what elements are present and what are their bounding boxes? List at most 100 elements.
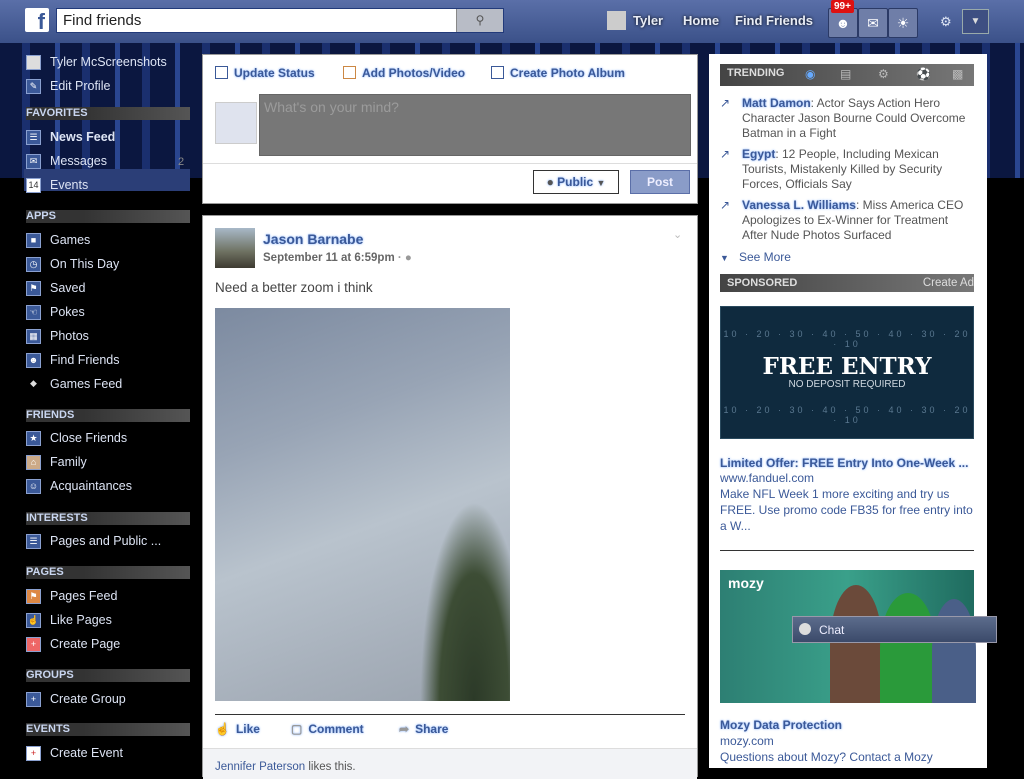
create-group-icon: + bbox=[26, 692, 41, 707]
sidebar-item-edit-profile[interactable]: ✎ Edit Profile bbox=[26, 77, 191, 97]
ad-url[interactable]: mozy.com bbox=[720, 734, 774, 748]
sidebar-item-close-friends[interactable]: ★ Close Friends bbox=[26, 429, 191, 449]
sidebar-item-find-friends[interactable]: ☻ Find Friends bbox=[26, 351, 191, 371]
status-input[interactable] bbox=[259, 94, 691, 156]
ad-image-subline: NO DEPOSIT REQUIRED bbox=[788, 379, 906, 390]
globe-icon: ● bbox=[546, 175, 554, 189]
account-menu-button[interactable]: ▼ bbox=[962, 9, 989, 34]
comment-icon: ▢ bbox=[291, 722, 303, 736]
sidebar-item-games[interactable]: ■ Games bbox=[26, 231, 191, 251]
bookmark-icon: ⚑ bbox=[26, 281, 41, 296]
messages-icon: ✉ bbox=[26, 154, 41, 169]
poke-icon: ☜ bbox=[26, 305, 41, 320]
favorites-header: FAVORITES bbox=[26, 107, 190, 120]
sidebar-item-on-this-day[interactable]: ◷ On This Day bbox=[26, 255, 191, 275]
flag-icon: ⚑ bbox=[26, 589, 41, 604]
search-input[interactable] bbox=[57, 9, 469, 32]
author-avatar[interactable] bbox=[215, 228, 255, 268]
sidebar-item-create-event[interactable]: + Create Event bbox=[26, 744, 191, 764]
sports-icon[interactable]: ⚽ bbox=[916, 67, 931, 81]
sidebar-item-pages-feed[interactable]: ⚑ Pages Feed bbox=[26, 587, 191, 607]
ad-body[interactable]: Make NFL Week 1 more exciting and try us… bbox=[720, 486, 976, 534]
notifications-icon[interactable]: ☀ bbox=[888, 8, 918, 38]
tree-silhouette bbox=[420, 501, 510, 701]
comment-button[interactable]: ▢ Comment bbox=[291, 722, 364, 736]
tab-create-album[interactable]: Create Photo Album bbox=[491, 66, 625, 80]
trending-item[interactable]: ↗ Matt Damon: Actor Says Action Hero Cha… bbox=[720, 96, 976, 144]
share-icon: ➦ bbox=[399, 722, 410, 736]
pencil-icon: ✎ bbox=[26, 79, 41, 94]
thumbs-up-icon: ☝ bbox=[26, 613, 41, 628]
feed-icon: ☰ bbox=[26, 534, 41, 549]
pencil-icon bbox=[215, 66, 228, 79]
sidebar-item-games-feed[interactable]: ◆ Games Feed bbox=[26, 375, 191, 395]
entertainment-icon[interactable]: ▩ bbox=[952, 67, 963, 81]
ad-url[interactable]: www.fanduel.com bbox=[720, 471, 814, 485]
chat-status-icon bbox=[799, 623, 811, 635]
sidebar-item-pages-public[interactable]: ☰ Pages and Public ... bbox=[26, 532, 191, 552]
person-figure bbox=[880, 593, 936, 703]
share-button[interactable]: ➦ Share bbox=[399, 722, 448, 736]
calendar-icon: 14 bbox=[26, 178, 41, 193]
trending-item[interactable]: ↗ Egypt: 12 People, Including Mexican To… bbox=[720, 147, 976, 195]
thumbs-up-icon: ☝ bbox=[215, 722, 230, 736]
profile-avatar-icon bbox=[26, 55, 41, 70]
trending-arrow-icon: ↗ bbox=[720, 147, 731, 161]
sidebar-item-pokes[interactable]: ☜ Pokes bbox=[26, 303, 191, 323]
privacy-shortcuts-icon[interactable]: ⚙ bbox=[940, 14, 952, 30]
liker-link[interactable]: Jennifer Paterson bbox=[215, 761, 305, 773]
ad-title[interactable]: Mozy Data Protection bbox=[720, 718, 842, 732]
find-friends-icon: ☻ bbox=[26, 353, 41, 368]
people-icon: ☺ bbox=[26, 479, 41, 494]
home-link[interactable]: Home bbox=[683, 13, 719, 28]
create-ad-link[interactable]: Create Ad bbox=[923, 277, 974, 289]
chevron-down-icon: ▼ bbox=[970, 16, 981, 27]
tab-add-photos[interactable]: Add Photos/Video bbox=[343, 66, 465, 80]
right-column: TRENDING ◉ ▤ ⚙ ⚽ ▩ ↗ Matt Damon: Actor S… bbox=[709, 54, 987, 768]
trending-item[interactable]: ↗ Vanessa L. Williams: Miss America CEO … bbox=[720, 198, 976, 246]
science-icon[interactable]: ⚙ bbox=[878, 67, 889, 81]
story-divider bbox=[215, 714, 685, 715]
profile-link[interactable]: Tyler bbox=[633, 13, 663, 28]
story-photo[interactable] bbox=[215, 308, 510, 701]
search-button[interactable]: ⚲ bbox=[456, 9, 503, 32]
sidebar-item-create-group[interactable]: + Create Group bbox=[26, 690, 191, 710]
sidebar-item-family[interactable]: ⌂ Family bbox=[26, 453, 191, 473]
likes-summary: Jennifer Paterson likes this. bbox=[215, 761, 356, 773]
sidebar-item-saved[interactable]: ⚑ Saved bbox=[26, 279, 191, 299]
sidebar-item-acquaintances[interactable]: ☺ Acquaintances bbox=[26, 477, 191, 497]
find-friends-link[interactable]: Find Friends bbox=[735, 13, 813, 28]
sidebar-item-create-page[interactable]: + Create Page bbox=[26, 635, 191, 655]
sidebar-item-like-pages[interactable]: ☝ Like Pages bbox=[26, 611, 191, 631]
see-more-link[interactable]: ▼ See More bbox=[720, 250, 791, 264]
sidebar-item-events[interactable]: 14 Events bbox=[26, 176, 191, 196]
story-timestamp[interactable]: September 11 at 6:59pm · ● bbox=[263, 252, 412, 264]
politics-icon[interactable]: ▤ bbox=[840, 67, 851, 81]
story-footer: Jennifer Paterson likes this. bbox=[203, 748, 697, 779]
like-button[interactable]: ☝ Like bbox=[215, 722, 260, 736]
sidebar-item-messages[interactable]: ✉ Messages bbox=[26, 152, 191, 172]
games-icon: ■ bbox=[26, 233, 41, 248]
tab-update-status[interactable]: Update Status bbox=[215, 66, 315, 80]
groups-header: GROUPS bbox=[26, 669, 190, 682]
chat-bar[interactable]: Chat bbox=[792, 616, 997, 643]
pages-header: PAGES bbox=[26, 566, 190, 579]
yard-markers-bottom: 10 · 20 · 30 · 40 · 50 · 40 · 30 · 20 · … bbox=[723, 405, 971, 425]
sidebar-item-news-feed[interactable]: ☰ News Feed bbox=[26, 128, 191, 148]
user-avatar[interactable] bbox=[607, 11, 626, 30]
gamepad-icon: ◆ bbox=[30, 378, 37, 388]
ad-body[interactable]: Questions about Mozy? Contact a Mozy bbox=[720, 749, 976, 765]
messages-icon[interactable]: ✉ bbox=[858, 8, 888, 38]
trending-top-icon[interactable]: ◉ bbox=[805, 67, 815, 81]
author-name[interactable]: Jason Barnabe bbox=[263, 231, 363, 247]
story-options-chevron-icon[interactable]: ⌄ bbox=[673, 228, 682, 241]
globe-icon: · ● bbox=[397, 252, 412, 264]
star-friends-icon: ★ bbox=[26, 431, 41, 446]
sidebar-item-profile[interactable]: Tyler McScreenshots bbox=[26, 53, 191, 73]
ad-image-fanduel[interactable]: 10 · 20 · 30 · 40 · 50 · 40 · 30 · 20 · … bbox=[720, 306, 974, 439]
sidebar-item-photos[interactable]: ▦ Photos bbox=[26, 327, 191, 347]
privacy-selector[interactable]: ● Public ▼ bbox=[533, 170, 619, 194]
ad-title[interactable]: Limited Offer: FREE Entry Into One-Week … bbox=[720, 456, 968, 470]
post-button[interactable]: Post bbox=[630, 170, 690, 194]
facebook-logo[interactable]: f bbox=[25, 8, 49, 34]
